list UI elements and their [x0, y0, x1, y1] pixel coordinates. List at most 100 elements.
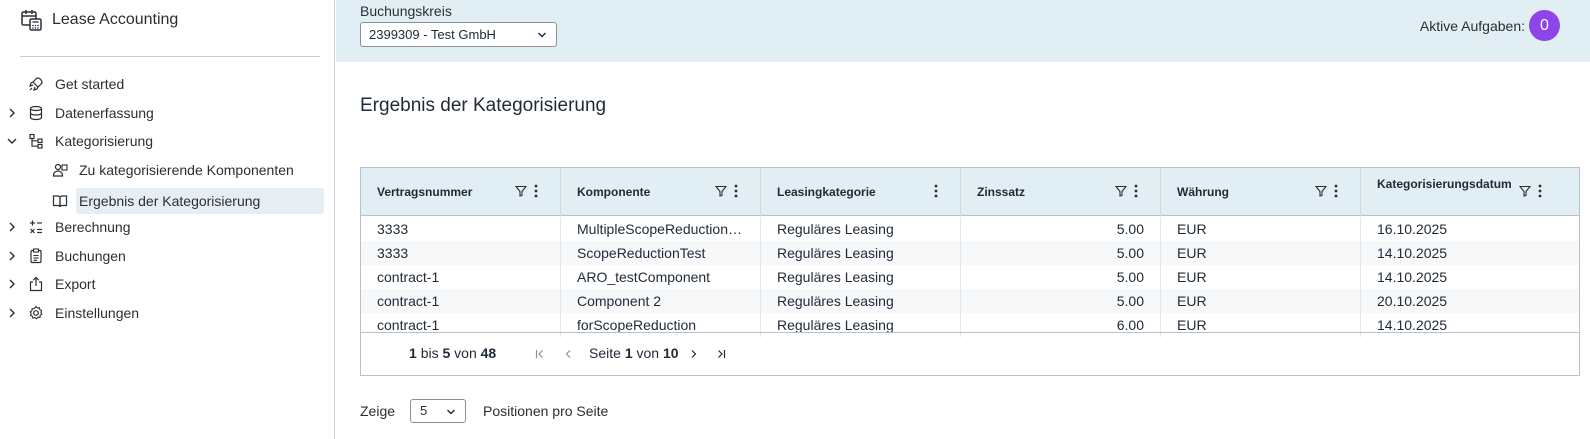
cell-komponente: ARO_testComponent — [561, 265, 761, 289]
chevron-down-icon — [447, 409, 456, 415]
column-menu-icon[interactable] — [1538, 184, 1542, 198]
column-header-komponente[interactable]: Komponente — [561, 168, 761, 216]
cell-zinssatz: 5.00 — [961, 289, 1161, 313]
active-tasks-label: Aktive Aufgaben: — [1419, 17, 1525, 34]
buchungskreis-select[interactable]: 2399309 - Test GmbH — [360, 22, 557, 47]
next-page-icon[interactable] — [688, 348, 700, 360]
cell-zinssatz: 5.00 — [961, 241, 1161, 265]
cell-vertragsnummer: 3333 — [361, 217, 561, 241]
column-menu-icon[interactable] — [734, 184, 738, 198]
table-row[interactable]: contract-1 Component 2 Reguläres Leasing… — [361, 289, 1579, 313]
sidebar-item-berechnung[interactable]: Berechnung — [0, 215, 335, 239]
export-icon — [29, 276, 43, 292]
cell-kategorisierungsdatum: 14.10.2025 — [1377, 245, 1448, 261]
chevron-right-icon[interactable] — [6, 307, 18, 319]
top-bar: Buchungskreis 2399309 - Test GmbH Aktive… — [336, 0, 1590, 62]
rocket-icon — [29, 77, 43, 91]
cell-waehrung: EUR — [1161, 289, 1361, 313]
first-page-icon[interactable] — [534, 348, 546, 360]
pagination-current-page: 1 — [624, 345, 633, 361]
cell-komponente: Component 2 — [561, 289, 761, 313]
result-table: Vertragsnummer Komponente Leasingkategor… — [360, 167, 1580, 376]
column-menu-icon[interactable] — [934, 184, 938, 198]
cell-waehrung: EUR — [1161, 217, 1361, 241]
filter-icon[interactable] — [715, 185, 727, 197]
pagination-page-info: Seite 1 von 10 — [589, 345, 679, 361]
app-root: Lease Accounting Get started Datenerfass… — [0, 0, 1590, 439]
app-title: Lease Accounting — [52, 11, 179, 28]
active-tasks-badge[interactable]: 0 — [1529, 10, 1560, 41]
clipboard-icon — [30, 248, 42, 264]
sidebar-item-zu-kategorisierende-komponenten[interactable]: Zu kategorisierende Komponenten — [0, 158, 335, 182]
cell-leasingkategorie: Reguläres Leasing — [761, 241, 961, 265]
cell-leasingkategorie: Reguläres Leasing — [761, 289, 961, 313]
filter-icon[interactable] — [1115, 185, 1127, 197]
sidebar-item-kategorisierung[interactable]: Kategorisierung — [0, 129, 335, 153]
table-header: Vertragsnummer Komponente Leasingkategor… — [361, 168, 1579, 216]
table-row[interactable]: 3333 MultipleScopeReductionTest Reguläre… — [361, 217, 1579, 241]
page-size-value: 5 — [420, 403, 428, 418]
column-header-zinssatz[interactable]: Zinssatz — [961, 168, 1161, 216]
page-size-select[interactable]: 5 — [410, 399, 467, 423]
cell-vertragsnummer: contract-1 — [361, 265, 561, 289]
column-label: Zinssatz — [977, 185, 1026, 199]
column-header-waehrung[interactable]: Währung — [1161, 168, 1361, 216]
column-header-kategorisierungsdatum[interactable]: Kategorisierungsdatum — [1361, 168, 1579, 216]
pagination-bar: 1 bis 5 von 48 Seite 1 von 10 — [361, 332, 1579, 376]
sidebar-item-einstellungen[interactable]: Einstellungen — [0, 301, 335, 325]
pagination-von-text: von — [636, 345, 660, 361]
column-header-vertragsnummer[interactable]: Vertragsnummer — [361, 168, 561, 216]
cell-leasingkategorie: Reguläres Leasing — [761, 217, 961, 241]
column-header-leasingkategorie[interactable]: Leasingkategorie — [761, 168, 961, 216]
gear-icon — [29, 305, 43, 320]
sidebar-item-label: Datenerfassung — [55, 105, 154, 121]
chevron-right-icon[interactable] — [6, 221, 18, 233]
pagination-total: 48 — [480, 345, 497, 361]
sidebar-item-export[interactable]: Export — [0, 272, 335, 296]
cell-waehrung: EUR — [1161, 241, 1361, 265]
table-row[interactable]: 3333 ScopeReductionTest Reguläres Leasin… — [361, 241, 1579, 265]
calculator-icon — [30, 220, 42, 234]
chevron-down-icon — [538, 32, 546, 38]
chevron-right-icon[interactable] — [6, 107, 18, 119]
cell-zinssatz: 5.00 — [961, 217, 1161, 241]
column-menu-icon[interactable] — [1134, 184, 1138, 198]
cell-kategorisierungsdatum: 20.10.2025 — [1377, 293, 1448, 309]
calendar-calculator-icon — [21, 10, 42, 31]
database-icon — [29, 105, 43, 121]
page-size-label: Zeige — [360, 403, 396, 419]
sidebar-item-label: Ergebnis der Kategorisierung — [79, 193, 261, 209]
table-row[interactable]: contract-1 ARO_testComponent Reguläres L… — [361, 265, 1579, 289]
active-tasks[interactable]: Aktive Aufgaben: 0 — [1420, 10, 1560, 41]
filter-icon[interactable] — [515, 185, 527, 197]
page-size-control: Zeige 5 Positionen pro Seite — [360, 398, 608, 424]
buchungskreis-value: 2399309 - Test GmbH — [369, 27, 496, 42]
cell-komponente: ScopeReductionTest — [561, 241, 761, 265]
book-icon — [52, 195, 68, 208]
cell-zinssatz: 5.00 — [961, 265, 1161, 289]
chevron-down-icon[interactable] — [6, 135, 18, 147]
column-label: Leasingkategorie — [777, 185, 876, 199]
previous-page-icon[interactable] — [562, 348, 574, 360]
chevron-right-icon[interactable] — [6, 250, 18, 262]
page-title: Ergebnis der Kategorisierung — [360, 95, 607, 116]
sidebar-item-label: Buchungen — [55, 248, 126, 264]
sidebar-item-datenerfassung[interactable]: Datenerfassung — [0, 101, 335, 125]
people-icon — [52, 163, 68, 177]
sidebar-item-get-started[interactable]: Get started — [0, 72, 335, 96]
sidebar-item-label: Berechnung — [55, 219, 131, 235]
sidebar-item-ergebnis-der-kategorisierung[interactable]: Ergebnis der Kategorisierung — [0, 189, 335, 213]
buchungskreis-label: Buchungskreis — [360, 3, 452, 19]
filter-icon[interactable] — [1519, 185, 1531, 197]
cell-kategorisierungsdatum: 16.10.2025 — [1377, 221, 1448, 237]
pagination-summary: 1 bis 5 von 48 — [409, 345, 496, 361]
hierarchy-icon — [29, 133, 43, 149]
column-menu-icon[interactable] — [1334, 184, 1338, 198]
sidebar-divider — [20, 56, 320, 57]
sidebar-item-buchungen[interactable]: Buchungen — [0, 244, 335, 268]
last-page-icon[interactable] — [715, 348, 727, 360]
column-menu-icon[interactable] — [534, 184, 538, 198]
chevron-right-icon[interactable] — [6, 278, 18, 290]
filter-icon[interactable] — [1315, 185, 1327, 197]
page-size-suffix: Positionen pro Seite — [483, 403, 609, 419]
